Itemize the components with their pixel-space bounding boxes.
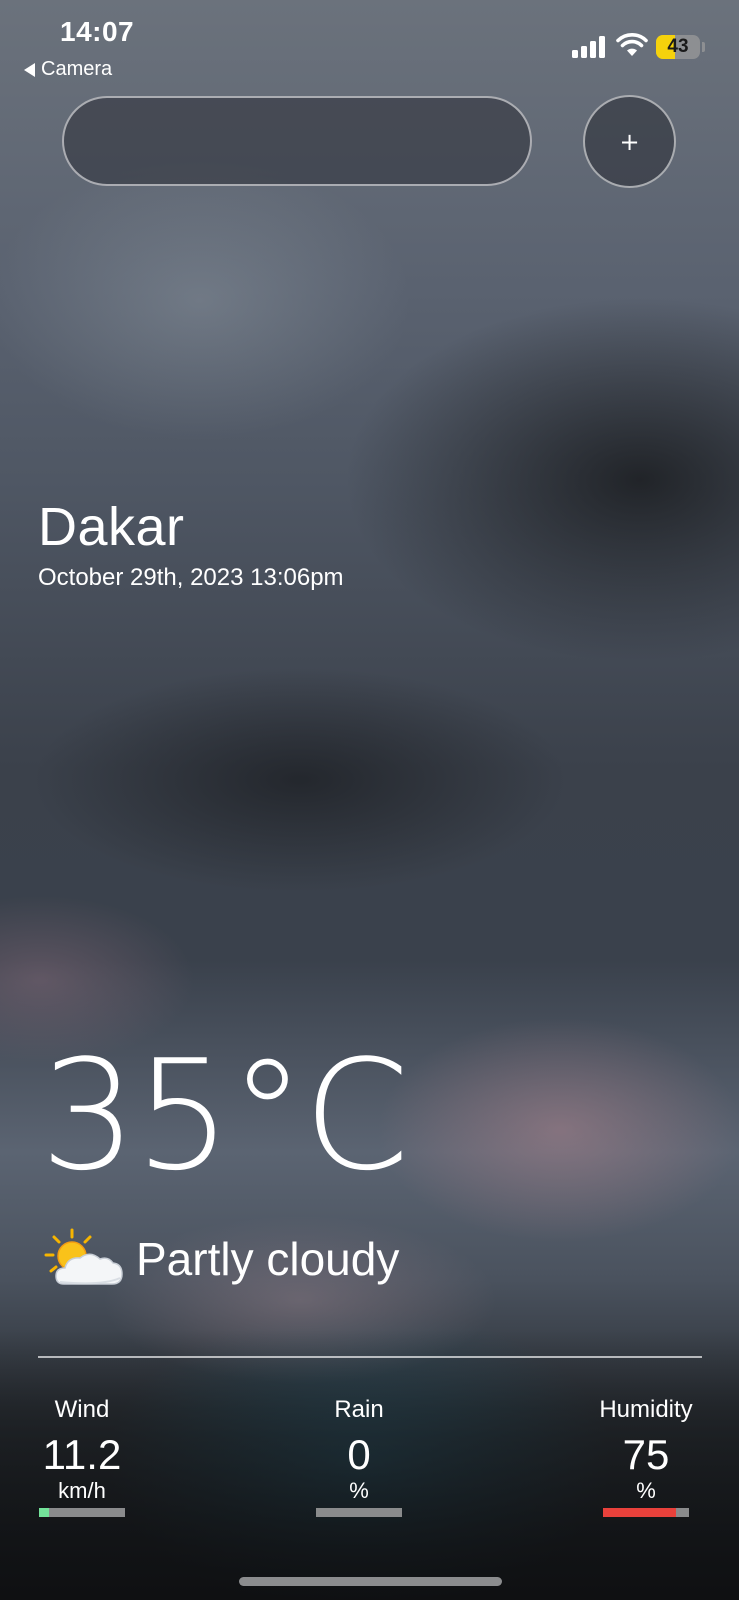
city-name: Dakar	[38, 497, 185, 557]
stat-label: Humidity	[599, 1396, 693, 1423]
battery-cap	[702, 42, 705, 52]
stat-unit: %	[636, 1478, 656, 1503]
cellular-signal-icon	[572, 36, 606, 58]
local-datetime: October 29th, 2023 13:06pm	[38, 564, 344, 591]
stat-unit: km/h	[58, 1478, 106, 1503]
humidity-stat: Humidity 75 %	[581, 1396, 711, 1517]
stat-level-fill	[603, 1508, 677, 1517]
stat-level-bar	[39, 1508, 125, 1517]
back-app-label: Camera	[41, 58, 113, 80]
back-to-camera-link[interactable]: Camera	[24, 58, 112, 81]
add-city-button[interactable]: +	[583, 95, 676, 188]
stat-level-bar	[603, 1508, 689, 1517]
stat-level-bar	[316, 1508, 402, 1517]
wifi-icon	[616, 33, 648, 56]
condition-label: Partly cloudy	[136, 1233, 400, 1285]
rain-stat: Rain 0 %	[294, 1396, 424, 1517]
stat-value: 11.2	[42, 1431, 122, 1478]
current-temperature: 35°C	[40, 1027, 410, 1204]
stat-level-fill	[39, 1508, 50, 1517]
status-bar: 14:07 Camera 43	[0, 0, 739, 90]
home-indicator[interactable]	[239, 1577, 502, 1586]
stat-value: 75	[622, 1431, 670, 1478]
status-time: 14:07	[60, 16, 135, 47]
stat-label: Rain	[334, 1396, 384, 1423]
condition-row: Partly cloudy	[42, 1228, 399, 1290]
stat-unit: %	[349, 1478, 369, 1503]
partly-cloudy-icon	[44, 1228, 123, 1285]
back-arrow-icon	[24, 62, 35, 77]
battery-level-text: 43	[667, 36, 689, 57]
city-search-input[interactable]	[62, 96, 532, 186]
divider	[38, 1356, 702, 1358]
stat-value: 0	[347, 1431, 371, 1478]
wind-stat: Wind 11.2 km/h	[17, 1396, 147, 1517]
battery-icon: 43	[656, 35, 700, 59]
stat-label: Wind	[54, 1396, 110, 1423]
